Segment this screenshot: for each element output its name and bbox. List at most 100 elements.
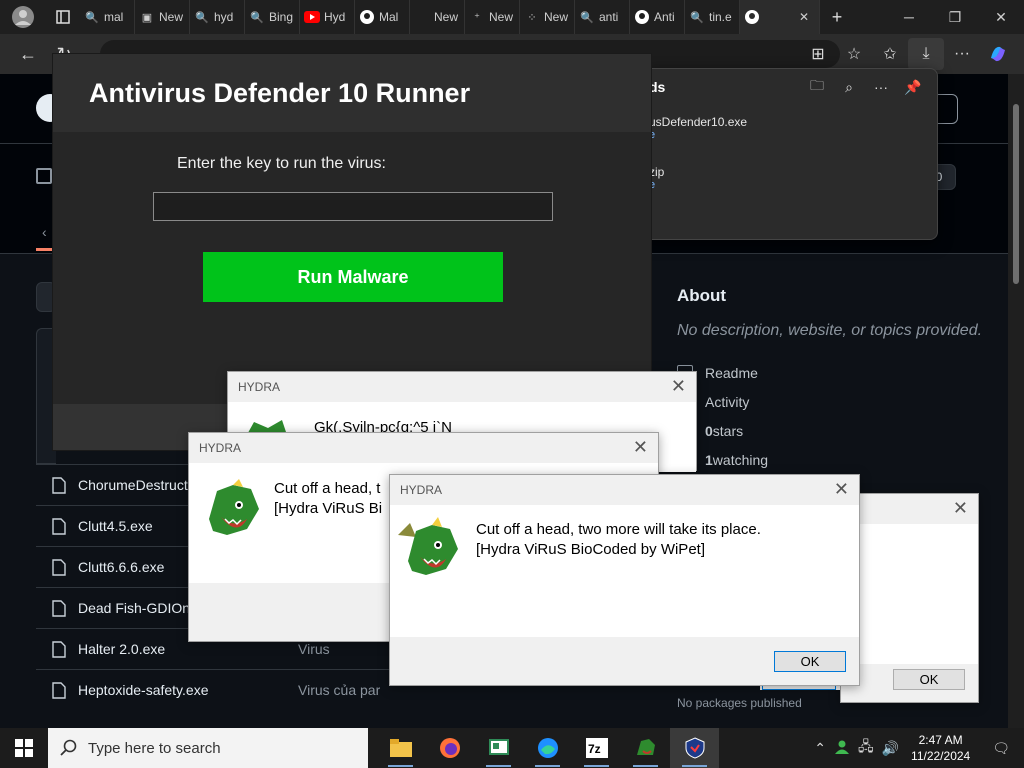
download-item-1-link[interactable]: e <box>649 129 747 141</box>
clock-time: 2:47 AM <box>918 733 963 747</box>
split-screen-icon[interactable]: ⊞ <box>800 38 836 70</box>
github-icon <box>744 9 760 25</box>
tab-3[interactable]: 🔍 hyd <box>190 0 245 34</box>
loading-icon: ⁺ <box>474 11 480 24</box>
profile-avatar[interactable] <box>0 0 46 34</box>
active-tab-indicator <box>36 248 52 251</box>
youtube-icon <box>304 9 320 25</box>
network-icon[interactable]: 🖧 <box>854 736 878 760</box>
dialog-title: HYDRA <box>400 483 443 497</box>
tab-1[interactable]: 🔍 mal <box>80 0 135 34</box>
activity-link[interactable]: Activity <box>677 387 997 416</box>
taskbar: Type here to search 7z ⌃ 🖧 🔊 2:47 AM 11/… <box>0 728 1024 768</box>
search-icon: 🔍 <box>250 11 264 24</box>
antivirus-runner-app[interactable] <box>670 728 719 768</box>
tab-6[interactable]: Mal <box>355 0 410 34</box>
tab-actions-icon[interactable] <box>46 0 80 34</box>
more-icon[interactable]: ··· <box>865 75 897 99</box>
page-scrollbar[interactable] <box>1008 74 1024 728</box>
close-icon[interactable]: ✕ <box>834 479 849 500</box>
clock-date: 11/22/2024 <box>911 749 971 763</box>
tab-5[interactable]: Hyd <box>300 0 355 34</box>
hydra-dialog-front: HYDRA ✕ Cut off a head, two more will ta… <box>389 474 860 686</box>
tab-active[interactable]: ✕ <box>740 0 820 34</box>
7zip-icon: 7z <box>585 738 608 758</box>
taskbar-search-box[interactable]: Type here to search <box>48 728 368 768</box>
search-icon[interactable]: ⌕ <box>833 75 865 99</box>
readme-link[interactable]: Readme <box>677 358 997 387</box>
start-button[interactable] <box>0 728 48 768</box>
github-icon <box>359 9 375 25</box>
minimize-button[interactable]: ─ <box>886 0 932 34</box>
browser-tab-bar: 🔍 mal ▣ New 🔍 hyd 🔍 Bing Hyd Mal New ⁺ New ⁘ N… <box>0 0 1024 34</box>
windows-logo-icon <box>15 739 33 757</box>
back-arrow-icon[interactable]: ← <box>10 36 46 72</box>
7zip-app[interactable]: 7z <box>572 728 621 768</box>
favorites-icon[interactable]: ✩ <box>872 38 908 70</box>
repo-icon <box>36 168 52 184</box>
hydra-app[interactable] <box>621 728 670 768</box>
notepad-app[interactable] <box>474 728 523 768</box>
stars-link[interactable]: 0 stars <box>677 416 997 445</box>
close-window-button[interactable]: ✕ <box>978 0 1024 34</box>
chevron-up-icon[interactable]: ⌃ <box>810 740 830 757</box>
run-malware-button[interactable]: Run Malware <box>203 252 503 302</box>
about-heading: About <box>677 286 727 305</box>
search-icon: 🔍 <box>195 11 209 24</box>
tab-4[interactable]: 🔍 Bing <box>245 0 300 34</box>
user-tray-icon[interactable] <box>830 739 854 758</box>
hydra-dragon-icon <box>203 479 263 544</box>
tab-10[interactable]: 🔍 anti <box>575 0 630 34</box>
watching-link[interactable]: 1 watching <box>677 445 997 474</box>
file-icon <box>52 517 68 535</box>
download-icon[interactable]: ⤓ <box>908 38 944 70</box>
copilot-icon[interactable] <box>980 38 1016 70</box>
search-icon: 🔍 <box>580 11 594 24</box>
edge-icon <box>537 738 558 758</box>
tab-8[interactable]: ⁺ New <box>465 0 520 34</box>
loading-icon: ⁘ <box>527 11 537 24</box>
tab-close-icon[interactable]: ✕ <box>799 10 809 24</box>
tab-11[interactable]: Anti <box>630 0 685 34</box>
runner-header: Antivirus Defender 10 Runner <box>53 54 651 132</box>
file-explorer-app[interactable] <box>376 728 425 768</box>
volume-icon[interactable]: 🔊 <box>878 740 903 757</box>
notification-icon[interactable]: 🗨 <box>978 740 1024 757</box>
ok-button[interactable]: OK <box>774 651 846 672</box>
download-item-1[interactable]: usDefender10.exe e <box>649 115 747 141</box>
close-icon[interactable]: ✕ <box>953 498 968 519</box>
tab-12[interactable]: 🔍 tin.e <box>685 0 740 34</box>
tab-2[interactable]: ▣ New <box>135 0 190 34</box>
favorite-star-icon[interactable]: ☆ <box>836 38 872 70</box>
scrollbar-thumb[interactable] <box>1013 104 1019 284</box>
file-icon <box>52 640 68 658</box>
dialog-message-line1: Cut off a head, two more will take its p… <box>476 521 761 538</box>
dialog-title: HYDRA <box>238 380 281 394</box>
search-icon: 🔍 <box>690 11 704 24</box>
ok-button[interactable]: OK <box>893 669 965 690</box>
file-icon <box>52 476 68 494</box>
runner-title: Antivirus Defender 10 Runner <box>89 77 471 108</box>
maximize-button[interactable]: ❐ <box>932 0 978 34</box>
key-input[interactable] <box>153 192 553 221</box>
close-icon[interactable]: ✕ <box>671 376 686 397</box>
svg-text:7z: 7z <box>588 742 601 756</box>
tab-7[interactable]: New <box>410 0 465 34</box>
taskbar-clock[interactable]: 2:47 AM 11/22/2024 <box>903 732 978 764</box>
close-icon[interactable]: ✕ <box>633 437 648 458</box>
firefox-app[interactable] <box>425 728 474 768</box>
dialog-body <box>841 524 978 664</box>
tab-9[interactable]: ⁘ New <box>520 0 575 34</box>
more-menu-icon[interactable]: ··· <box>944 38 980 70</box>
shield-icon <box>685 737 704 759</box>
new-tab-button[interactable]: + <box>820 7 854 28</box>
pin-icon[interactable]: 📌 <box>897 75 929 99</box>
search-icon <box>60 739 77 756</box>
folder-icon <box>389 739 412 757</box>
packages-note: No packages published <box>677 696 802 710</box>
folder-icon[interactable]: 🗀 <box>801 75 833 99</box>
chevron-left-icon[interactable]: ‹ <box>42 224 47 240</box>
file-icon <box>52 558 68 576</box>
edge-app[interactable] <box>523 728 572 768</box>
github-icon <box>634 9 650 25</box>
